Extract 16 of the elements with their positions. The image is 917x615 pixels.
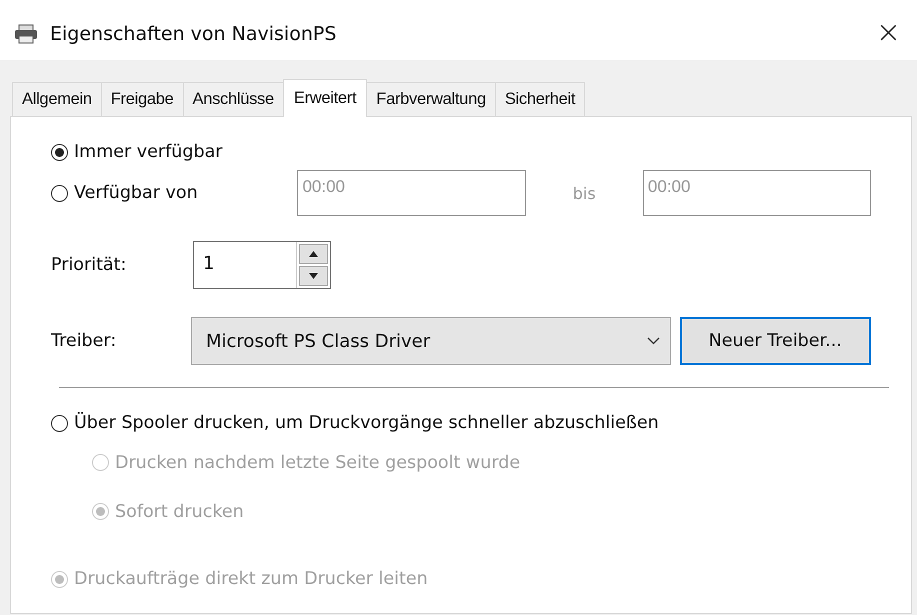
new-driver-button[interactable]: Neuer Treiber...: [680, 317, 871, 365]
driver-label: Treiber:: [51, 331, 118, 351]
priority-label: Priorität:: [51, 255, 128, 275]
separator-label: bis: [572, 184, 597, 202]
window-title: Eigenschaften von NavisionPS: [50, 23, 336, 45]
radio-button[interactable]: Über Spooler drucken, um Druckvorgänge schneller abzuschließen: [51, 408, 871, 438]
driver-dropdown[interactable]: Microsoft PS Class Driver: [191, 317, 671, 365]
tab[interactable]: Erweitert: [282, 79, 368, 117]
radio-button[interactable]: Verfügbar von: [51, 178, 298, 208]
priority-spinner[interactable]: 1: [193, 241, 331, 289]
tab[interactable]: Allgemein: [12, 82, 102, 116]
tab[interactable]: Sicherheit: [494, 82, 586, 116]
close-button[interactable]: ×: [872, 14, 905, 50]
printer-icon: [14, 24, 38, 44]
radio-button[interactable]: Immer verfügbar: [51, 137, 871, 167]
chevron-icon: [646, 337, 660, 345]
